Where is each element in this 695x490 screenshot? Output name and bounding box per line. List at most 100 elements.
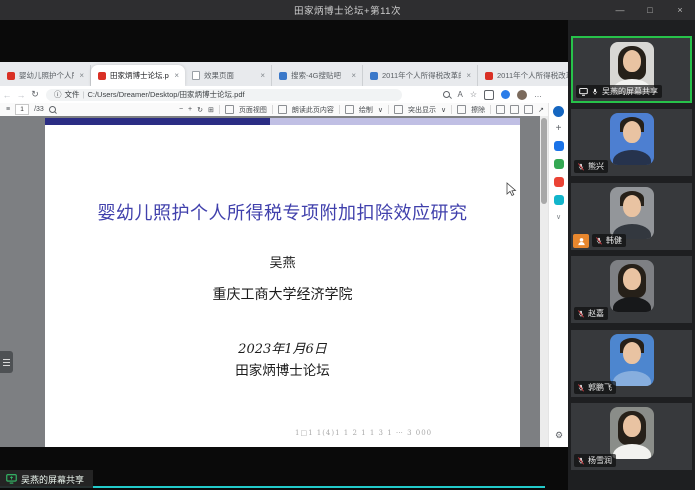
participant-tile[interactable]: 韩健 <box>571 183 692 250</box>
zoom-search-icon[interactable] <box>443 91 450 98</box>
sidebar-tool-icon[interactable] <box>554 141 564 151</box>
settings-gear-icon[interactable]: ⚙ <box>549 430 569 441</box>
avatar <box>610 187 654 239</box>
page-total-label: /33 <box>34 106 44 113</box>
favorites-star-icon[interactable]: ☆ <box>470 90 477 99</box>
address-bar[interactable]: ⓘ 文件 | C:/Users/Dreamer/Desktop/田家炳博士论坛.… <box>46 89 402 101</box>
page-view-icon <box>225 105 234 114</box>
participant-tile[interactable]: 郭鹏飞 <box>571 330 692 397</box>
reload-icon[interactable]: ↻ <box>28 89 42 100</box>
slide-venue: 田家炳博士论坛 <box>45 359 520 379</box>
extensions-icon[interactable] <box>484 90 494 100</box>
pdf-file-icon <box>98 72 106 80</box>
mic-muted-icon <box>577 310 585 318</box>
read-aloud-button[interactable]: 朗读此页内容 <box>292 105 334 115</box>
sidebar-tool-icon[interactable] <box>554 195 564 205</box>
draw-button[interactable]: 绘制 <box>359 105 373 115</box>
slide-accent-bar-dark <box>45 118 270 125</box>
window-controls: — □ × <box>605 0 695 20</box>
avatar <box>610 407 654 459</box>
sidebar-tool-icon[interactable] <box>554 177 564 187</box>
meeting-window: 田家炳博士论坛+第11次 — □ × 婴幼儿照护个人所得税专 × 田家炳博士论坛… <box>0 0 695 490</box>
draw-caret-icon[interactable]: ∨ <box>378 106 383 114</box>
erase-icon <box>457 105 466 114</box>
meeting-stage: 婴幼儿照护个人所得税专 × 田家炳博士论坛.pdf × 效果页面 × 搜索-4G… <box>0 20 695 490</box>
tab-close-icon[interactable]: × <box>173 71 180 80</box>
bing-search-icon[interactable] <box>553 106 564 117</box>
page-view-button[interactable]: 页面视图 <box>239 105 267 115</box>
pdf-viewer[interactable]: 婴幼儿照护个人所得税专项附加扣除效应研究 吴燕 重庆工商大学经济学院 2023年… <box>0 116 548 447</box>
site-favicon <box>279 72 287 80</box>
thumbnails-menu-icon[interactable]: ≡ <box>6 106 10 113</box>
minimize-button[interactable]: — <box>605 0 635 20</box>
print-icon[interactable] <box>496 105 505 114</box>
participant-tile[interactable]: 赵嘉 <box>571 256 692 323</box>
read-aloud-icon <box>278 105 287 114</box>
browser-tab[interactable]: 效果页面 × <box>185 65 272 86</box>
tab-close-icon[interactable]: × <box>259 71 266 80</box>
maximize-button[interactable]: □ <box>635 0 665 20</box>
avatar <box>610 113 654 165</box>
tab-close-icon[interactable]: × <box>350 71 357 80</box>
draw-icon <box>345 105 354 114</box>
browser-tabbar: 婴幼儿照护个人所得税专 × 田家炳博士论坛.pdf × 效果页面 × 搜索-4G… <box>0 62 568 86</box>
sidebar-add-icon[interactable]: + <box>556 125 562 133</box>
browser-tab[interactable]: 搜索-4G搜贴吧 × <box>272 65 363 86</box>
more-menu-icon[interactable]: … <box>534 90 542 99</box>
forward-icon[interactable]: → <box>14 90 28 100</box>
slide-page: 婴幼儿照护个人所得税专项附加扣除效应研究 吴燕 重庆工商大学经济学院 2023年… <box>45 118 520 447</box>
edge-sidebar-strip: + ∨ ⚙ <box>548 103 568 447</box>
browser-actions: A ☆ … <box>443 86 542 103</box>
fit-page-button[interactable]: ⊞ <box>208 106 214 114</box>
share-indicator-label: 吴燕的屏幕共享 <box>21 473 84 486</box>
zoom-in-button[interactable]: + <box>188 106 192 113</box>
person-icon <box>577 237 586 246</box>
avatar <box>610 334 654 386</box>
scrollbar-thumb[interactable] <box>541 118 547 204</box>
browser-tab[interactable]: 婴幼儿照护个人所得税专 × <box>0 65 91 86</box>
chevron-down-icon[interactable]: ∨ <box>556 213 561 221</box>
pdf-scrollbar[interactable] <box>540 116 548 447</box>
participant-tile[interactable]: 熊兴 <box>571 109 692 176</box>
browser-tab[interactable]: 2011年个人所得税改革的 × <box>363 65 478 86</box>
pdf-toolbar: ≡ 1 /33 − + ↻ ⊞ 页面视图 朗读此页内容 绘制 ∨ <box>0 103 548 117</box>
participant-nameplate: 赵嘉 <box>574 307 608 320</box>
close-button[interactable]: × <box>665 0 695 20</box>
sidebar-toggle-button[interactable] <box>0 351 13 373</box>
pdf-search-icon[interactable] <box>49 106 56 113</box>
profile-avatar[interactable] <box>517 90 527 100</box>
participant-tile[interactable]: 吴燕的屏幕共享 <box>571 36 692 103</box>
pdf-file-icon <box>485 72 493 80</box>
screen-share-indicator: 吴燕的屏幕共享 <box>0 470 93 488</box>
titlebar: 田家炳博士论坛+第11次 — □ × <box>0 0 695 20</box>
rotate-button[interactable]: ↻ <box>197 106 203 114</box>
highlight-caret-icon[interactable]: ∨ <box>441 106 446 114</box>
participant-nameplate: 熊兴 <box>574 160 608 173</box>
participant-nameplate: 郭鹏飞 <box>574 381 616 394</box>
save-as-icon[interactable] <box>524 105 533 114</box>
mouse-cursor <box>506 182 518 203</box>
translate-icon[interactable]: A <box>457 90 462 99</box>
participant-nameplate: 韩健 <box>592 234 626 247</box>
tab-close-icon[interactable]: × <box>78 71 85 80</box>
browser-tab-active[interactable]: 田家炳博士论坛.pdf × <box>91 65 185 86</box>
edge-split-icon[interactable] <box>501 90 510 99</box>
participant-nameplate: 杨雪润 <box>574 454 616 467</box>
pdf-file-icon <box>7 72 15 80</box>
mic-muted-icon <box>577 163 585 171</box>
page-number-input[interactable]: 1 <box>15 104 29 115</box>
tab-close-icon[interactable]: × <box>465 71 472 80</box>
zoom-out-button[interactable]: − <box>179 106 183 113</box>
participant-tile[interactable]: 杨雪润 <box>571 403 692 470</box>
back-icon[interactable]: ← <box>0 90 14 100</box>
slide-author: 吴燕 <box>45 252 520 271</box>
expand-toolbar-icon[interactable]: ↗ <box>538 106 544 114</box>
save-icon[interactable] <box>510 105 519 114</box>
address-url: C:/Users/Dreamer/Desktop/田家炳博士论坛.pdf <box>87 89 244 100</box>
browser-addressbar: ← → ↻ ⓘ 文件 | C:/Users/Dreamer/Desktop/田家… <box>0 86 568 104</box>
address-scheme-label: 文件 <box>65 89 80 100</box>
highlight-button[interactable]: 突出显示 <box>408 105 436 115</box>
slide-cutoff-text: 1□1 1(4)1 1 2 1 1 3 1 ⋯ 3 000 <box>295 429 520 439</box>
sidebar-tool-icon[interactable] <box>554 159 564 169</box>
erase-button[interactable]: 擦除 <box>471 105 485 115</box>
